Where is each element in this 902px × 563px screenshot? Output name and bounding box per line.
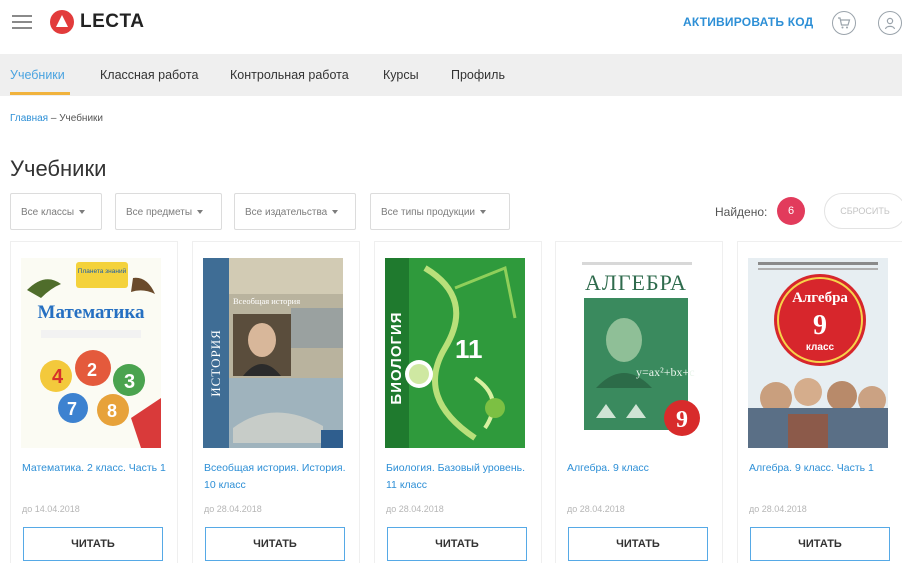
menu-icon[interactable] bbox=[12, 15, 32, 29]
cover-title-text: АЛГЕБРА bbox=[585, 270, 687, 295]
cover-series-text: Планета знаний bbox=[78, 267, 127, 275]
filter-subject-select[interactable]: Все предметы bbox=[115, 193, 222, 230]
profile-button[interactable] bbox=[878, 11, 902, 35]
cover-grade-text: 9 bbox=[676, 407, 688, 433]
chevron-down-icon bbox=[79, 210, 86, 215]
filter-subject-label: Все предметы bbox=[126, 207, 193, 218]
breadcrumb-home-link[interactable]: Главная bbox=[10, 113, 48, 124]
reset-filters-button[interactable]: СБРОСИТЬ bbox=[824, 193, 902, 229]
filter-publisher-select[interactable]: Все издательства bbox=[234, 193, 356, 230]
svg-text:7: 7 bbox=[67, 399, 77, 419]
cover-subject-text: ИСТОРИЯ bbox=[208, 329, 223, 397]
read-button[interactable]: ЧИТАТЬ bbox=[205, 527, 345, 561]
book-card: БИОЛОГИЯ 11 Биология. Базовый уровень. 1… bbox=[374, 241, 542, 563]
book-title-link[interactable]: Алгебра. 9 класс. Часть 1 bbox=[749, 460, 899, 477]
book-date: до 28.04.2018 bbox=[204, 504, 262, 514]
found-label: Найдено: bbox=[715, 205, 768, 219]
cover-title-text: Алгебра bbox=[792, 290, 848, 306]
book-title-link[interactable]: Биология. Базовый уровень. 11 класс bbox=[386, 460, 536, 494]
tab-textbooks[interactable]: Учебники bbox=[10, 68, 65, 82]
filter-publisher-label: Все издательства bbox=[245, 207, 328, 218]
cover-title-text: Всеобщая история bbox=[233, 296, 300, 306]
read-button[interactable]: ЧИТАТЬ bbox=[568, 527, 708, 561]
book-cover-image[interactable]: Алгебра 9 класс bbox=[748, 258, 888, 448]
filter-grade-label: Все классы bbox=[21, 207, 75, 218]
book-cover-image[interactable]: ИСТОРИЯ Всеобщая история bbox=[203, 258, 343, 448]
tab-class-work[interactable]: Классная работа bbox=[100, 68, 198, 82]
top-header: LECTA АКТИВИРОВАТЬ КОД bbox=[0, 0, 902, 46]
user-icon bbox=[884, 17, 896, 30]
book-cover-image[interactable]: АЛГЕБРА y=ax²+bx+c 9 bbox=[566, 258, 706, 448]
book-title-link[interactable]: Всеобщая история. История. 10 класс bbox=[204, 460, 354, 494]
filter-grade-select[interactable]: Все классы bbox=[10, 193, 102, 230]
book-date: до 28.04.2018 bbox=[386, 504, 444, 514]
svg-text:8: 8 bbox=[107, 401, 117, 421]
book-title-link[interactable]: Алгебра. 9 класс bbox=[567, 460, 717, 477]
filter-product-type-select[interactable]: Все типы продукции bbox=[370, 193, 510, 230]
chevron-down-icon bbox=[479, 210, 486, 215]
breadcrumb: Главная – Учебники bbox=[10, 113, 103, 124]
svg-text:3: 3 bbox=[124, 371, 135, 393]
book-date: до 28.04.2018 bbox=[567, 504, 625, 514]
svg-text:y=ax²+bx+c: y=ax²+bx+c bbox=[636, 365, 695, 379]
cart-icon bbox=[838, 17, 851, 29]
book-date: до 28.04.2018 bbox=[749, 504, 807, 514]
main-nav: Учебники Классная работа Контрольная раб… bbox=[0, 54, 902, 96]
book-card: Планета знаний Математика 4 2 3 7 8 Мате… bbox=[10, 241, 178, 563]
breadcrumb-separator: – bbox=[48, 113, 60, 124]
svg-text:2: 2 bbox=[87, 360, 97, 380]
book-card: Алгебра 9 класс Алгебра. 9 класс. Часть … bbox=[737, 241, 902, 563]
cover-grade-text: 11 bbox=[455, 334, 483, 364]
svg-text:4: 4 bbox=[52, 366, 64, 388]
cover-subject-text: БИОЛОГИЯ bbox=[388, 311, 405, 404]
filter-product-type-label: Все типы продукции bbox=[381, 207, 475, 218]
read-button[interactable]: ЧИТАТЬ bbox=[387, 527, 527, 561]
page-title: Учебники bbox=[10, 156, 107, 181]
cover-grade-text: 9 bbox=[813, 310, 827, 341]
logo-text: LECTA bbox=[80, 11, 145, 32]
cart-button[interactable] bbox=[832, 11, 856, 35]
logo-icon bbox=[50, 10, 74, 34]
book-cover-image[interactable]: Планета знаний Математика 4 2 3 7 8 bbox=[21, 258, 161, 448]
book-title-link[interactable]: Математика. 2 класс. Часть 1 bbox=[22, 460, 172, 477]
book-card: АЛГЕБРА y=ax²+bx+c 9 Алгебра. 9 класс до… bbox=[555, 241, 723, 563]
logo[interactable]: LECTA bbox=[50, 9, 144, 35]
book-cover-image[interactable]: БИОЛОГИЯ 11 bbox=[385, 258, 525, 448]
activate-code-link[interactable]: АКТИВИРОВАТЬ КОД bbox=[683, 15, 813, 29]
found-count-badge: 6 bbox=[777, 197, 805, 225]
read-button[interactable]: ЧИТАТЬ bbox=[23, 527, 163, 561]
breadcrumb-current: Учебники bbox=[59, 113, 103, 124]
book-date: до 14.04.2018 bbox=[22, 504, 80, 514]
tab-test-work[interactable]: Контрольная работа bbox=[230, 68, 349, 82]
cover-title-text: Математика bbox=[38, 302, 145, 323]
tab-profile[interactable]: Профиль bbox=[451, 68, 505, 82]
read-button[interactable]: ЧИТАТЬ bbox=[750, 527, 890, 561]
book-card: ИСТОРИЯ Всеобщая история Всеобщая истори… bbox=[192, 241, 360, 563]
chevron-down-icon bbox=[332, 210, 339, 215]
cover-sub-text: класс bbox=[806, 342, 835, 353]
tab-courses[interactable]: Курсы bbox=[383, 68, 419, 82]
active-tab-indicator bbox=[10, 92, 70, 95]
chevron-down-icon bbox=[197, 210, 204, 215]
